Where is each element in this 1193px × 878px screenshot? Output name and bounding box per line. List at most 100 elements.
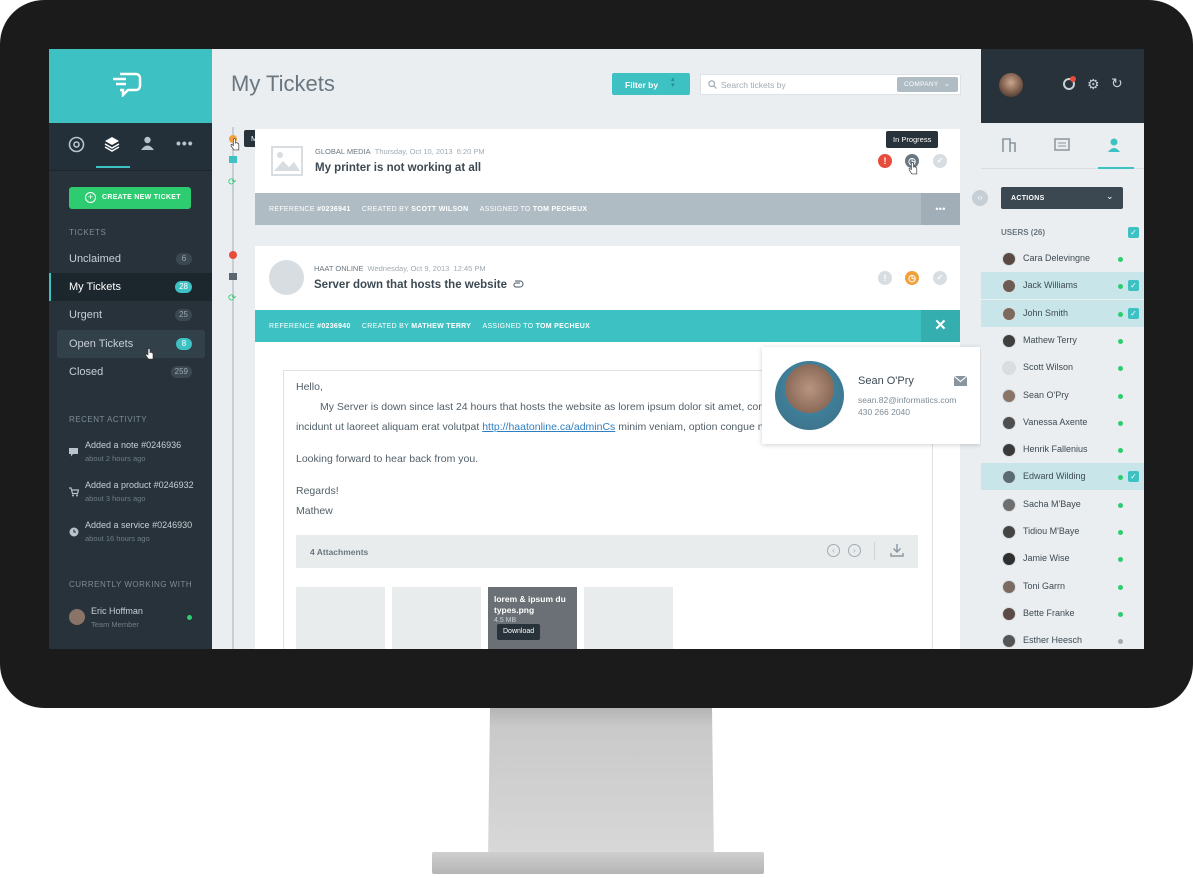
ticket-reference: #0236941 [317,206,351,213]
message-line: minim veniam, option congue ni [615,421,766,433]
user-avatar[interactable] [999,73,1023,97]
comment-marker-icon [229,156,237,163]
activity-item[interactable]: Added a note #0246936 about 2 hours ago [69,440,209,470]
urgent-status-icon[interactable]: ! [878,271,892,285]
team-member-item[interactable]: Eric Hoffman Team Member [69,606,209,632]
working-with-header: CURRENTLY WORKING WITH [69,580,193,589]
user-list-item[interactable]: Henrik Fallenius [981,436,1144,463]
status-dot [1118,611,1123,617]
ticket-info-bar: REFERENCE #0236941 CREATED BY SCOTT WILS… [255,193,960,225]
company-dropdown[interactable]: COMPANY ⌄ [897,77,958,92]
avatar [1002,333,1016,348]
search-box[interactable]: Search tickets by COMPANY ⌄ [700,74,961,95]
activity-item[interactable]: Added a product #0246932 about 3 hours a… [69,480,209,510]
sidebar-item-my-tickets[interactable]: My Tickets 28 [49,273,212,301]
company-name: GLOBAL MEDIA [315,147,371,156]
download-icon[interactable] [890,543,904,557]
filter-label: Filter by [625,80,659,90]
settings-gear-icon[interactable]: ⚙ [1087,76,1100,93]
user-name: Jack Williams [1023,280,1078,291]
sidebar-tabs: ••• [49,123,212,171]
more-icon[interactable]: ••• [176,135,194,151]
create-ticket-button[interactable]: + CREATE NEW TICKET [69,187,191,209]
timeline-line [232,127,234,649]
select-all-checkbox[interactable]: ✓ [1128,227,1139,238]
more-options-button[interactable]: ••• [921,193,960,225]
sidebar-item-closed[interactable]: Closed 259 [49,358,212,386]
created-by: SCOTT WILSON [411,206,469,213]
actions-label: ACTIONS [1011,195,1045,202]
user-name: Jamie Wise [1023,553,1070,564]
user-list-item[interactable]: Cara Delevingne [981,245,1144,272]
assigned-to: TOM PECHEUX [535,323,591,330]
user-list-item[interactable]: Sacha M'Baye [981,491,1144,518]
layers-icon[interactable] [103,135,121,153]
attachment-thumbnail[interactable] [584,587,673,649]
user-list-item[interactable]: Edward Wilding ✓ [981,463,1144,491]
ticket-card[interactable]: GLOBAL MEDIA Thursday, Oct 10, 2013 6:20… [255,129,960,193]
collapse-toggle-icon[interactable]: ‹› [972,190,988,206]
user-list-item[interactable]: Jack Williams ✓ [981,272,1144,300]
user-list-item[interactable]: Mathew Terry [981,327,1144,354]
mail-icon[interactable] [954,376,967,386]
hand-cursor-icon [908,162,918,175]
avatar [1002,470,1016,485]
sidebar-item-open-tickets[interactable]: Open Tickets 8 [57,330,205,360]
users-icon[interactable] [139,135,156,152]
chevron-down-icon: ⌄ [1106,191,1114,201]
close-ticket-button[interactable]: ✕ [921,310,960,342]
activity-ref: #0246930 [152,520,193,530]
message-signature: Mathew [296,505,333,517]
dashboard-icon[interactable] [68,136,85,153]
attachment-thumbnail[interactable] [392,587,481,649]
ticket-date: Thursday, Oct 10, 2013 [374,147,453,156]
count-badge: 6 [176,253,192,265]
attachment-thumbnail[interactable] [296,587,385,649]
priority-dot[interactable] [229,251,237,259]
user-list-item[interactable]: Toni Garrn [981,573,1144,600]
activity-time: about 3 hours ago [85,494,146,503]
assigned-to: TOM PECHEUX [532,206,588,213]
filter-button[interactable]: Filter by ▴ ▾ [612,73,690,95]
avatar [69,609,85,625]
user-list-item[interactable]: Scott Wilson [981,354,1144,381]
user-checkbox[interactable]: ✓ [1128,471,1139,483]
message-link[interactable]: http://haatonline.ca/adminCs [482,421,615,433]
in-progress-clock-icon[interactable]: ◷ [905,271,919,285]
activity-item[interactable]: Added a service #0246930 about 16 hours … [69,520,209,550]
download-tooltip[interactable]: Download [497,624,541,640]
company-name: HAAT ONLINE [314,264,364,273]
status-dot [1118,338,1123,344]
ticket-subject[interactable]: Server down that hosts the website [314,279,507,291]
next-arrow-icon[interactable]: › [848,544,861,557]
building-icon[interactable] [1001,137,1017,153]
ticket-card[interactable]: HAAT ONLINE Wednesday, Oct 9, 2013 12:45… [255,246,960,310]
sidebar-item-urgent[interactable]: Urgent 25 [49,301,212,329]
search-input[interactable]: Search tickets by [721,80,786,90]
id-card-icon[interactable] [1054,138,1070,151]
user-list-item[interactable]: Jamie Wise [981,545,1144,572]
user-list-item[interactable]: Tidiou M'Baye [981,518,1144,545]
attachment-thumbnail[interactable]: lorem & ipsum du types.png 4.5 MB Downlo… [488,587,577,649]
check-status-icon[interactable]: ✓ [933,271,947,285]
sidebar-item-unclaimed[interactable]: Unclaimed 6 [49,245,212,273]
refresh-icon[interactable]: ↻ [1111,75,1123,92]
prev-arrow-icon[interactable]: ‹ [827,544,840,557]
user-list-item[interactable]: John Smith ✓ [981,299,1144,327]
user-list-item[interactable]: Esther Heesch [981,627,1144,649]
user-list-item[interactable]: Bette Franke [981,600,1144,627]
user-checkbox[interactable]: ✓ [1128,307,1139,319]
page-title: My Tickets [231,71,335,96]
user-list-item[interactable]: Vanessa Axente [981,409,1144,436]
user-list-item[interactable]: Sean O'Pry [981,382,1144,409]
status-dot [1118,557,1123,563]
ticket-subject[interactable]: My printer is not working at all [315,162,481,174]
user-name: Edward Wilding [1023,471,1086,482]
check-status-icon[interactable]: ✓ [933,154,947,168]
actions-dropdown[interactable]: ACTIONS ⌄ [1001,187,1123,209]
user-checkbox[interactable]: ✓ [1128,280,1139,292]
urgent-status-icon[interactable]: ! [878,154,892,168]
contact-email[interactable]: sean.82@informatics.com [858,395,956,405]
activity-time: about 16 hours ago [85,534,150,543]
user-tab-icon[interactable] [1107,137,1123,153]
